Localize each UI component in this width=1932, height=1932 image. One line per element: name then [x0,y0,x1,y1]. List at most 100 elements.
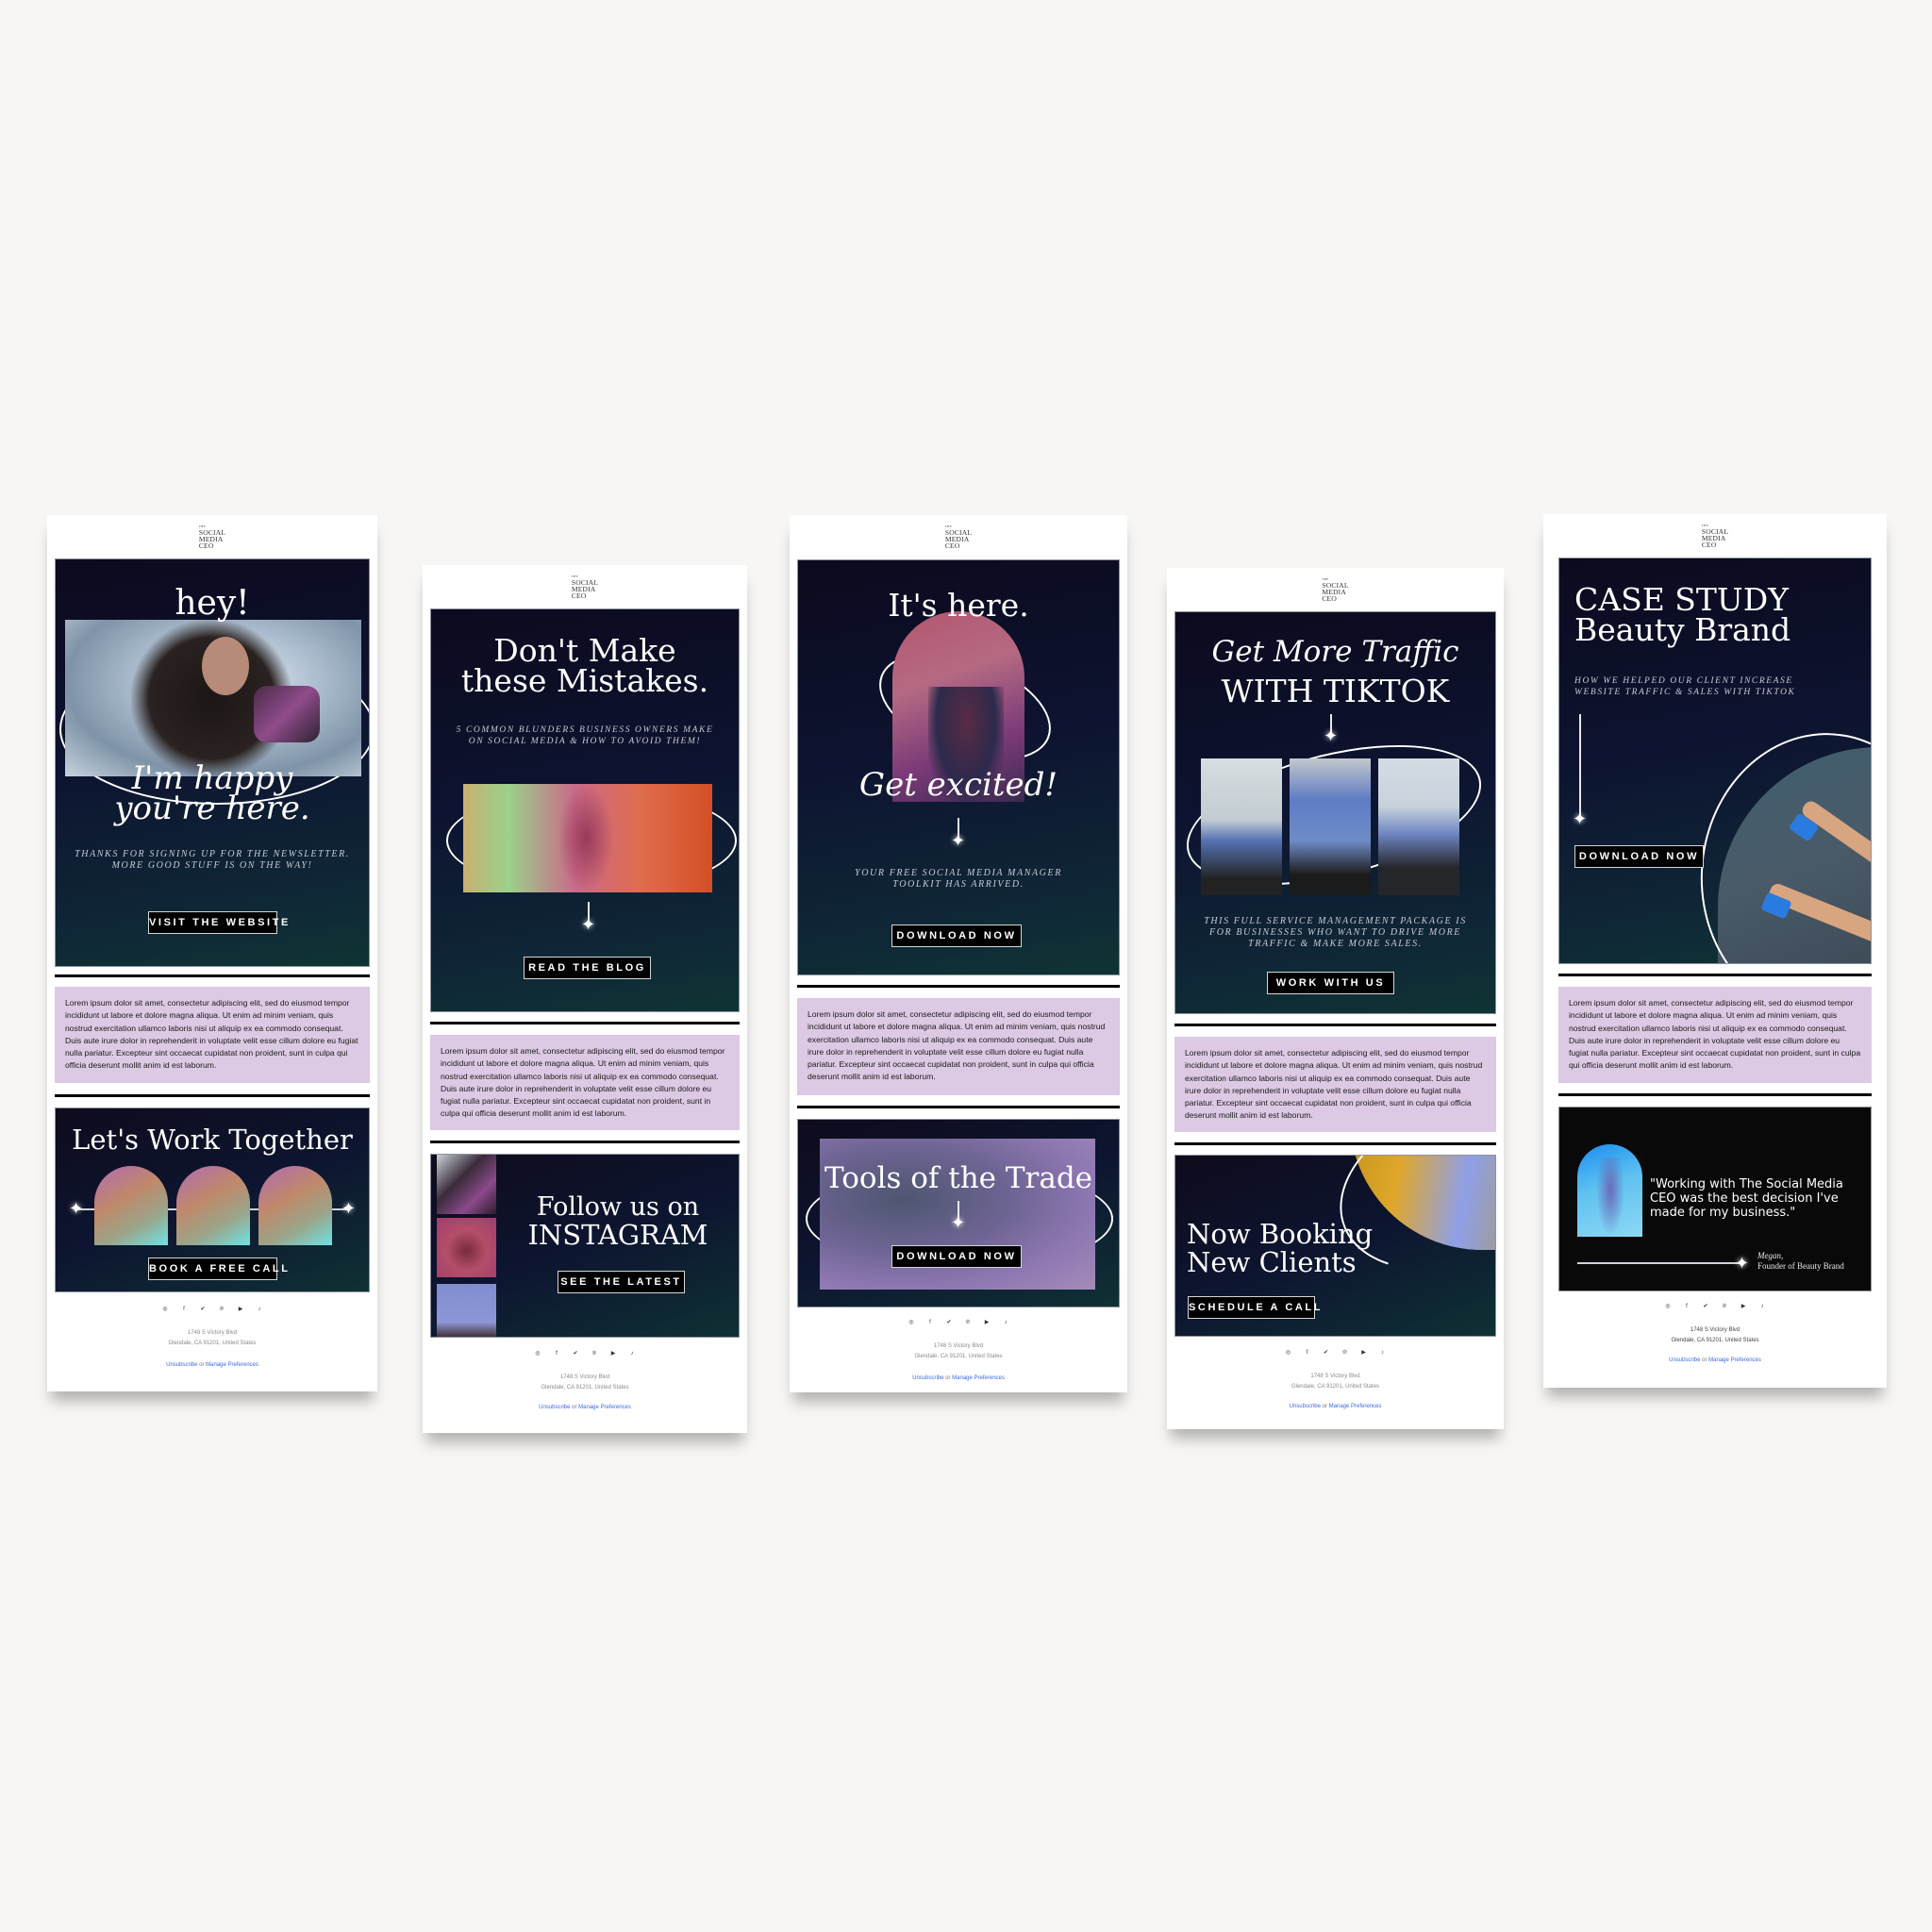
instagram-icon[interactable]: ◎ [528,1350,547,1357]
unsubscribe-link[interactable]: Unsubscribe [166,1362,197,1368]
body-text-block: Lorem ipsum dolor sit amet, consectetur … [797,998,1120,1095]
body-text-block: Lorem ipsum dolor sit amet, consectetur … [1174,1037,1496,1132]
divider [1174,1142,1496,1145]
unsubscribe-link[interactable]: Unsubscribe [912,1375,943,1381]
footer-links: Unsubscribe or Manage Preferences [1669,1357,1761,1363]
manage-preferences-link[interactable]: Manage Preferences [206,1362,258,1368]
sparkle-icon: ✦ [581,915,596,934]
youtube-icon[interactable]: ▶ [231,1306,250,1312]
facebook-icon[interactable]: f [1677,1304,1696,1309]
promo-section: Let's Work Together ✦ ✦ BOOK A FREE CALL [55,1108,370,1292]
sparkle-icon: ✦ [1324,726,1339,745]
hero-subtitle-3: traffic & make more sales. [1248,939,1423,949]
hero-title-line-2: Beauty Brand [1574,611,1791,648]
email-card-mistakes: THE SOCIAL MEDIA CEO Don't Make these Mi… [423,565,747,1433]
divider [1558,1093,1872,1096]
footer-links: Unsubscribe or Manage Preferences [912,1375,1005,1381]
youtube-icon[interactable]: ▶ [1355,1349,1374,1356]
twitter-icon[interactable]: ✔ [1696,1303,1715,1309]
manage-preferences-link[interactable]: Manage Preferences [952,1375,1005,1381]
promo-section: Tools of the Trade ✦ DOWNLOAD NOW [797,1119,1120,1307]
divider [55,1094,370,1097]
unsubscribe-link[interactable]: Unsubscribe [539,1405,570,1410]
instagram-icon[interactable]: ◎ [1279,1349,1298,1356]
tiktok-icon[interactable]: ♪ [1753,1304,1772,1309]
book-free-call-button[interactable]: BOOK A FREE CALL [148,1257,288,1280]
sparkle-icon: ✦ [69,1199,84,1218]
tiktok-icon[interactable]: ♪ [250,1307,269,1312]
brand-logo: THE SOCIAL MEDIA CEO [571,575,599,600]
sparkle-icon: ✦ [341,1199,356,1218]
download-now-button[interactable]: DOWNLOAD NOW [891,1245,1022,1268]
visit-website-button[interactable]: VISIT THE WEBSITE [148,911,288,934]
divider [1558,974,1872,976]
hero-section: CASE STUDY Beauty Brand How we helped ou… [1558,558,1872,964]
tiktok-icon[interactable]: ♪ [1374,1350,1392,1356]
work-with-us-button[interactable]: WORK WITH US [1267,972,1394,994]
sparkle-icon: ✦ [1573,809,1588,828]
testimonial-role: Founder of Beauty Brand [1757,1261,1844,1271]
hero-subtitle-1: How we helped our client increase [1574,676,1793,686]
brand-logo: THE SOCIAL MEDIA CEO [944,525,973,550]
manage-preferences-link[interactable]: Manage Preferences [1329,1404,1382,1409]
hero-subtitle-1: Your free social media manager [855,868,1062,878]
pinterest-icon[interactable]: ℗ [1715,1304,1734,1309]
instagram-icon[interactable]: ◎ [1658,1303,1677,1309]
hero-title-top: It's here. [888,587,1029,624]
schedule-call-button[interactable]: SCHEDULE A CALL [1188,1296,1320,1319]
grid-photo [437,1284,496,1337]
twitter-icon[interactable]: ✔ [940,1319,958,1325]
hero-section: Get More Traffic WITH TIKTOK ✦ This full… [1174,611,1496,1014]
hero-subtitle-2: More good stuff is on the way! [111,860,313,871]
sparkle-icon: ✦ [951,1213,966,1232]
photo-subject-sleeve [254,686,320,742]
instagram-icon[interactable]: ◎ [902,1319,921,1325]
download-now-button[interactable]: DOWNLOAD NOW [1574,845,1704,868]
hero-subtitle-1: 5 common blunders business owners make [456,725,714,735]
pinterest-icon[interactable]: ℗ [585,1351,604,1357]
unsubscribe-link[interactable]: Unsubscribe [1290,1404,1321,1409]
see-latest-button[interactable]: SEE THE LATEST [558,1271,685,1293]
brand-logo: THE SOCIAL MEDIA CEO [198,525,226,550]
email-card-welcome: THE SOCIAL MEDIA CEO hey! I'm happy you'… [47,515,377,1391]
twitter-icon[interactable]: ✔ [566,1350,585,1357]
youtube-icon[interactable]: ▶ [1734,1303,1753,1309]
photo-subject-face [202,637,249,695]
download-now-button[interactable]: DOWNLOAD NOW [891,924,1022,947]
facebook-icon[interactable]: f [1298,1350,1317,1356]
hero-subtitle-1: This full service management package is [1204,916,1467,926]
footer-address: 1748 S Victory Blvd Glendale, CA 91201, … [1291,1374,1380,1390]
read-blog-button[interactable]: READ THE BLOG [524,957,651,979]
email-card-case-study: THE SOCIAL MEDIA CEO CASE STUDY Beauty B… [1543,514,1887,1388]
pinterest-icon[interactable]: ℗ [958,1320,977,1325]
twitter-icon[interactable]: ✔ [1317,1349,1336,1356]
promo-section: Follow us on INSTAGRAM SEE THE LATEST [430,1154,740,1338]
hero-photo [463,784,712,892]
pinterest-icon[interactable]: ℗ [1336,1350,1355,1356]
instagram-icon[interactable]: ◎ [156,1306,175,1312]
divider [430,1141,740,1143]
promo-title-line-1: Follow us on [536,1192,700,1222]
promo-section: Now Booking New Clients SCHEDULE A CALL [1174,1155,1496,1337]
arch-photo [94,1166,168,1245]
youtube-icon[interactable]: ▶ [604,1350,623,1357]
social-links: ◎ f ✔ ℗ ▶ ♪ [1167,1349,1504,1356]
tiktok-icon[interactable]: ♪ [996,1320,1015,1325]
youtube-icon[interactable]: ▶ [977,1319,996,1325]
facebook-icon[interactable]: f [921,1320,940,1325]
hero-section: It's here. Get excited! ✦ Your free soci… [797,559,1120,975]
facebook-icon[interactable]: f [175,1307,193,1312]
divider [1174,1024,1496,1026]
hero-title-top: hey! [175,584,250,623]
facebook-icon[interactable]: f [547,1351,566,1357]
promo-title-line-1: Now Booking [1187,1218,1374,1250]
unsubscribe-link[interactable]: Unsubscribe [1669,1357,1700,1363]
twitter-icon[interactable]: ✔ [193,1306,212,1312]
footer-address: 1748 S Victory Blvd Glendale, CA 91201, … [541,1374,629,1391]
footer-links: Unsubscribe or Manage Preferences [539,1405,631,1410]
manage-preferences-link[interactable]: Manage Preferences [1708,1357,1761,1363]
arch-photo [176,1166,250,1245]
manage-preferences-link[interactable]: Manage Preferences [578,1405,631,1410]
tiktok-icon[interactable]: ♪ [623,1351,641,1357]
pinterest-icon[interactable]: ℗ [212,1307,231,1312]
